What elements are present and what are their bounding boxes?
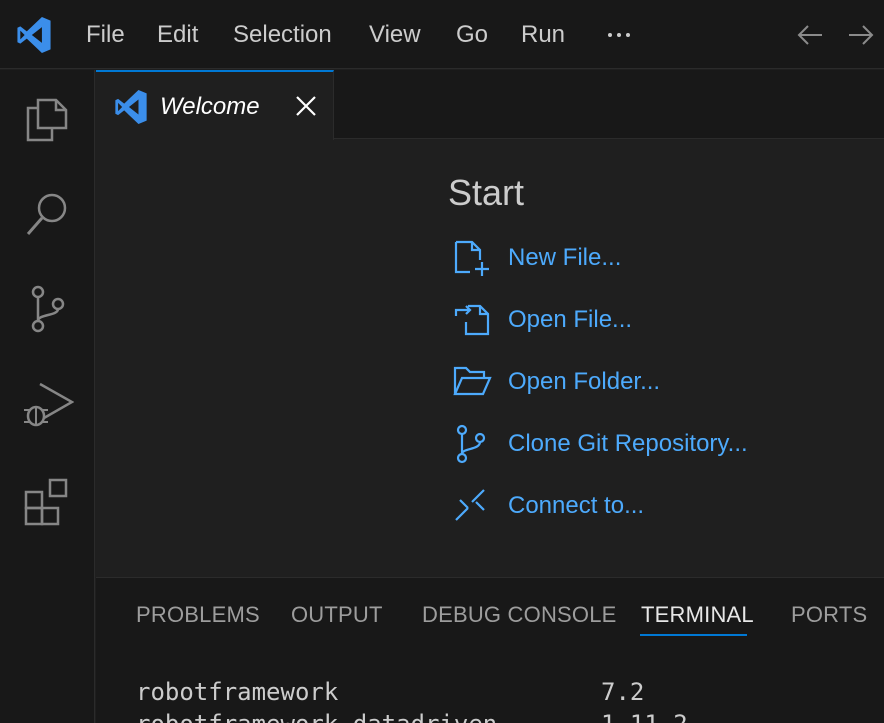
tab-output[interactable]: OUTPUT bbox=[291, 602, 383, 628]
vscode-logo-icon bbox=[115, 90, 147, 124]
menu-file[interactable]: File bbox=[86, 20, 125, 50]
tab-label: Welcome bbox=[160, 93, 260, 120]
run-debug-icon[interactable] bbox=[20, 378, 74, 432]
tab-terminal[interactable]: TERMINAL bbox=[641, 602, 754, 628]
menu-run[interactable]: Run bbox=[521, 20, 565, 50]
close-icon[interactable] bbox=[292, 92, 320, 120]
git-branch-icon bbox=[456, 424, 486, 464]
tab-welcome[interactable]: Welcome bbox=[96, 70, 334, 140]
open-file-label: Open File... bbox=[508, 306, 633, 333]
arrow-left-icon[interactable] bbox=[795, 20, 825, 50]
remote-connect-icon bbox=[455, 489, 485, 521]
open-folder-icon bbox=[453, 366, 492, 396]
active-tab-indicator bbox=[640, 634, 747, 636]
open-file-icon bbox=[454, 304, 490, 336]
menu-go[interactable]: Go bbox=[456, 20, 488, 50]
menu-selection[interactable]: Selection bbox=[233, 20, 332, 50]
welcome-page: Start New File... Open File... Open Fold… bbox=[96, 140, 884, 576]
search-icon[interactable] bbox=[20, 186, 74, 240]
ellipsis-icon[interactable] bbox=[604, 20, 634, 50]
open-folder-label: Open Folder... bbox=[508, 368, 661, 395]
terminal-package-name: robotframework bbox=[136, 678, 339, 706]
tab-problems[interactable]: PROBLEMS bbox=[136, 602, 260, 628]
tab-debug-console[interactable]: DEBUG CONSOLE bbox=[422, 602, 617, 628]
menu-view[interactable]: View bbox=[369, 20, 421, 50]
extensions-icon[interactable] bbox=[20, 474, 74, 528]
tab-ports[interactable]: PORTS bbox=[791, 602, 867, 628]
new-file-label: New File... bbox=[508, 244, 622, 271]
menu-edit[interactable]: Edit bbox=[157, 20, 198, 50]
clone-git-repository-label: Clone Git Repository... bbox=[508, 430, 748, 457]
vscode-logo-icon bbox=[17, 17, 51, 53]
new-file-icon bbox=[454, 240, 489, 276]
terminal-package-version: 1.11.2 bbox=[601, 710, 688, 723]
explorer-icon[interactable] bbox=[20, 90, 74, 144]
title-bar: File Edit Selection View Go Run bbox=[0, 0, 884, 69]
arrow-right-icon[interactable] bbox=[846, 20, 876, 50]
source-control-icon[interactable] bbox=[20, 282, 74, 336]
editor-tab-strip: Welcome bbox=[96, 70, 884, 140]
connect-to-label: Connect to... bbox=[508, 492, 645, 519]
start-heading: Start bbox=[448, 172, 525, 213]
terminal-package-version: 7.2 bbox=[601, 678, 645, 706]
bottom-panel: PROBLEMS OUTPUT DEBUG CONSOLE TERMINAL P… bbox=[96, 577, 884, 723]
activity-bar bbox=[0, 70, 95, 723]
terminal-package-name: robotframework-datadriven bbox=[136, 710, 497, 723]
